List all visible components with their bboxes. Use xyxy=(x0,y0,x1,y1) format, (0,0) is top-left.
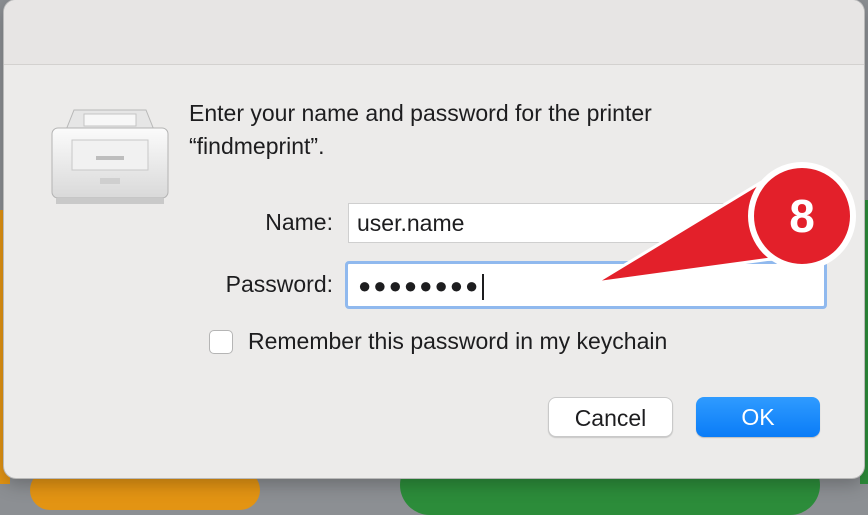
text-caret xyxy=(482,273,485,300)
password-field[interactable]: ●●●●●●●● xyxy=(345,261,827,309)
name-value: user.name xyxy=(357,210,465,236)
ok-button[interactable]: OK xyxy=(696,397,820,437)
dialog-titlebar xyxy=(4,0,864,65)
password-label: Password: xyxy=(225,271,333,297)
message-line-1: Enter your name and password for the pri… xyxy=(189,100,652,126)
dialog-message: Enter your name and password for the pri… xyxy=(189,97,829,163)
step-number: 8 xyxy=(789,190,815,242)
cancel-button[interactable]: Cancel xyxy=(548,397,673,437)
name-label: Name: xyxy=(265,209,333,235)
remember-checkbox[interactable] xyxy=(209,330,233,354)
message-line-2: “findmeprint”. xyxy=(189,133,325,159)
printer-icon xyxy=(51,109,169,204)
remember-checkbox-label[interactable]: Remember this password in my keychain xyxy=(248,328,667,355)
password-value: ●●●●●●●● xyxy=(358,273,481,298)
